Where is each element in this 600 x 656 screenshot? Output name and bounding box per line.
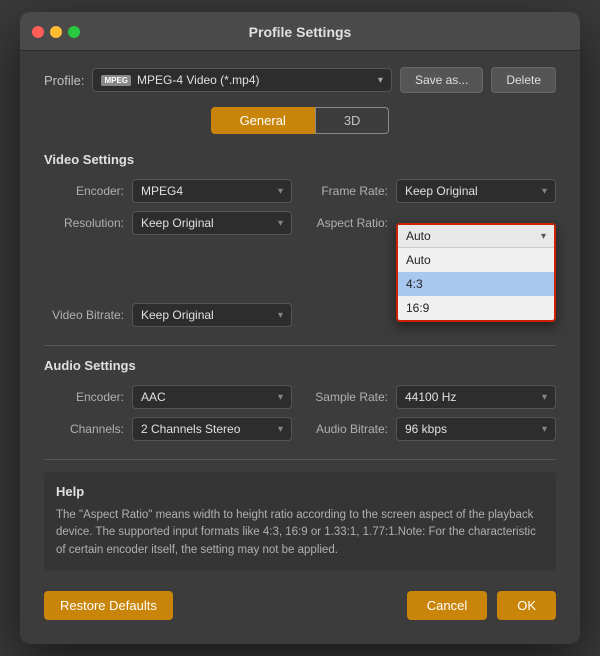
encoder-label: Encoder: [44, 184, 124, 198]
video-bitrate-label: Video Bitrate: [44, 308, 124, 322]
audio-help-divider [44, 459, 556, 460]
help-text: The "Aspect Ratio" means width to height… [56, 507, 544, 559]
profile-settings-window: Profile Settings Profile: MPEG MPEG-4 Vi… [20, 12, 580, 644]
sample-rate-chevron-icon: ▾ [542, 392, 547, 403]
aspect-ratio-option-16-9[interactable]: 16:9 [398, 296, 554, 320]
channels-chevron-icon: ▾ [278, 424, 283, 435]
profile-select-text: MPEG-4 Video (*.mp4) [137, 73, 372, 87]
frame-rate-value: Keep Original [405, 184, 542, 198]
help-section: Help The "Aspect Ratio" means width to h… [44, 472, 556, 571]
audio-settings-title: Audio Settings [44, 358, 556, 373]
audio-bitrate-label: Audio Bitrate: [308, 422, 388, 436]
video-settings-section: Video Settings Encoder: MPEG4 ▾ Frame Ra… [44, 152, 556, 327]
frame-rate-label: Frame Rate: [308, 184, 388, 198]
video-bitrate-chevron-icon: ▾ [278, 310, 283, 321]
tab-general[interactable]: General [211, 107, 315, 134]
profile-buttons: Save as... Delete [400, 67, 556, 93]
audio-bitrate-value: 96 kbps [405, 422, 542, 436]
encoder-chevron-icon: ▾ [278, 186, 283, 197]
audio-form-grid: Encoder: AAC ▾ Sample Rate: 44100 Hz ▾ C… [44, 385, 556, 441]
aspect-ratio-selected-text: Auto [406, 229, 541, 243]
window-title: Profile Settings [249, 24, 352, 40]
sample-rate-value: 44100 Hz [405, 390, 542, 404]
sample-rate-label: Sample Rate: [308, 390, 388, 404]
tabs-bar: General 3D [44, 107, 556, 134]
profile-select[interactable]: MPEG MPEG-4 Video (*.mp4) ▾ [92, 68, 391, 92]
aspect-ratio-option-auto[interactable]: Auto [398, 248, 554, 272]
channels-value: 2 Channels Stereo [141, 422, 278, 436]
audio-encoder-value: AAC [141, 390, 278, 404]
video-settings-title: Video Settings [44, 152, 556, 167]
audio-encoder-row: Encoder: AAC ▾ [44, 385, 292, 409]
encoder-select[interactable]: MPEG4 ▾ [132, 179, 292, 203]
resolution-value: Keep Original [141, 216, 278, 230]
audio-encoder-chevron-icon: ▾ [278, 392, 283, 403]
profile-row: Profile: MPEG MPEG-4 Video (*.mp4) ▾ Sav… [44, 67, 556, 93]
bottom-bar: Restore Defaults Cancel OK [44, 587, 556, 624]
right-buttons: Cancel OK [407, 591, 556, 620]
mpeg-badge: MPEG [101, 75, 131, 86]
profile-chevron-icon: ▾ [378, 75, 383, 86]
resolution-label: Resolution: [44, 216, 124, 230]
aspect-ratio-option-4-3[interactable]: 4:3 [398, 272, 554, 296]
frame-rate-chevron-icon: ▾ [542, 186, 547, 197]
sample-rate-select[interactable]: 44100 Hz ▾ [396, 385, 556, 409]
encoder-value: MPEG4 [141, 184, 278, 198]
cancel-button[interactable]: Cancel [407, 591, 487, 620]
video-bitrate-row: Video Bitrate: Keep Original ▾ [44, 303, 292, 327]
ok-button[interactable]: OK [497, 591, 556, 620]
aspect-ratio-dropdown[interactable]: Auto ▾ Auto 4:3 16:9 [396, 223, 556, 322]
content-area: Profile: MPEG MPEG-4 Video (*.mp4) ▾ Sav… [20, 51, 580, 644]
aspect-ratio-selected[interactable]: Auto ▾ [398, 225, 554, 248]
maximize-button[interactable] [68, 26, 80, 38]
help-title: Help [56, 484, 544, 499]
audio-settings-section: Audio Settings Encoder: AAC ▾ Sample Rat… [44, 358, 556, 441]
audio-bitrate-row: Audio Bitrate: 96 kbps ▾ [308, 417, 556, 441]
traffic-lights [32, 26, 80, 38]
video-audio-divider [44, 345, 556, 346]
aspect-ratio-label: Aspect Ratio: [308, 216, 388, 230]
sample-rate-row: Sample Rate: 44100 Hz ▾ [308, 385, 556, 409]
title-bar: Profile Settings [20, 12, 580, 51]
frame-rate-select[interactable]: Keep Original ▾ [396, 179, 556, 203]
channels-row: Channels: 2 Channels Stereo ▾ [44, 417, 292, 441]
save-as-button[interactable]: Save as... [400, 67, 483, 93]
tab-3d[interactable]: 3D [315, 107, 390, 134]
channels-select[interactable]: 2 Channels Stereo ▾ [132, 417, 292, 441]
video-bitrate-value: Keep Original [141, 308, 278, 322]
audio-bitrate-chevron-icon: ▾ [542, 424, 547, 435]
aspect-ratio-row: Aspect Ratio: Auto ▾ Auto 4:3 [308, 211, 556, 235]
aspect-ratio-chevron-icon: ▾ [541, 231, 546, 242]
frame-rate-row: Frame Rate: Keep Original ▾ [308, 179, 556, 203]
resolution-row: Resolution: Keep Original ▾ [44, 211, 292, 235]
channels-label: Channels: [44, 422, 124, 436]
resolution-select[interactable]: Keep Original ▾ [132, 211, 292, 235]
restore-defaults-button[interactable]: Restore Defaults [44, 591, 173, 620]
resolution-chevron-icon: ▾ [278, 218, 283, 229]
profile-label: Profile: [44, 73, 84, 88]
audio-bitrate-select[interactable]: 96 kbps ▾ [396, 417, 556, 441]
audio-encoder-label: Encoder: [44, 390, 124, 404]
minimize-button[interactable] [50, 26, 62, 38]
close-button[interactable] [32, 26, 44, 38]
encoder-row: Encoder: MPEG4 ▾ [44, 179, 292, 203]
video-form-grid: Encoder: MPEG4 ▾ Frame Rate: Keep Origin… [44, 179, 556, 327]
delete-button[interactable]: Delete [491, 67, 556, 93]
video-bitrate-select[interactable]: Keep Original ▾ [132, 303, 292, 327]
audio-encoder-select[interactable]: AAC ▾ [132, 385, 292, 409]
